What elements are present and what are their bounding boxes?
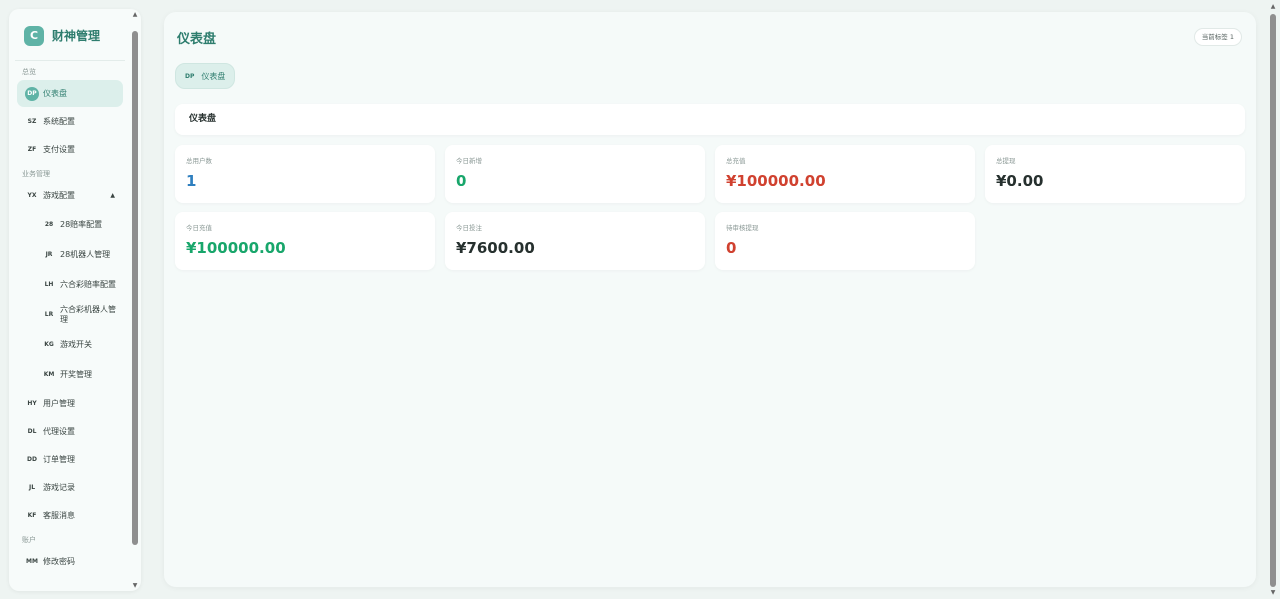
sidebar-item-label: 客服消息	[43, 510, 75, 520]
sidebar-item-label: 用户管理	[43, 398, 75, 408]
section-heading: 仪表盘	[175, 104, 1245, 135]
page-scroll-down-icon[interactable]: ▼	[1270, 589, 1276, 596]
section-label-account: 账户	[22, 536, 36, 544]
page-scrollbar-track: ▲ ▼	[1270, 2, 1278, 597]
user-badge-icon: HY	[27, 400, 37, 407]
brand-logo-icon: C	[24, 25, 44, 46]
sidebar-item-label: 六合彩赔率配置	[60, 279, 116, 289]
stat-label: 待审核提现	[726, 224, 759, 232]
stats-grid: 总用户数 1 今日新增 0 总充值 ¥100000.00 总提现 ¥0.00 今…	[175, 145, 1245, 270]
sidebar-item-game-switch[interactable]: KG 游戏开关	[17, 330, 123, 359]
sidebar-item-game-records[interactable]: JL 游戏记录	[17, 474, 123, 501]
28-odds-badge-icon: 28	[44, 221, 54, 228]
main-panel: 仪表盘 当前标签 1 DP 仪表盘 仪表盘 总用户数 1 今日新增 0 总充值 …	[164, 12, 1256, 587]
stat-card-new-today: 今日新增 0	[445, 145, 705, 203]
stat-label: 今日投注	[456, 224, 482, 232]
stat-value: 1	[186, 172, 197, 190]
sidebar-item-label: 游戏配置	[43, 190, 75, 200]
stat-label: 总充值	[726, 157, 746, 165]
lhc-odds-badge-icon: LH	[44, 281, 54, 288]
stat-card-pending-withdraw: 待审核提现 0	[715, 212, 975, 270]
sidebar-item-label: 代理设置	[43, 426, 75, 436]
sidebar-item-draw-management[interactable]: KM 开奖管理	[17, 360, 123, 389]
stat-value: 0	[456, 172, 467, 190]
section-label-business: 业务管理	[22, 170, 50, 178]
sidebar-item-payment-settings[interactable]: ZF 支付设置	[17, 136, 123, 163]
stat-card-total-recharge: 总充值 ¥100000.00	[715, 145, 975, 203]
stat-label: 总提现	[996, 157, 1016, 165]
order-badge-icon: DD	[27, 456, 37, 463]
sidebar-item-label: 游戏开关	[60, 339, 92, 349]
sidebar-item-game-config[interactable]: YX 游戏配置 ▲	[17, 182, 123, 209]
sidebar-item-28-odds[interactable]: 28 28赔率配置	[17, 210, 123, 239]
sidebar-item-28-robot[interactable]: JR 28机器人管理	[17, 240, 123, 269]
agent-badge-icon: DL	[27, 428, 37, 435]
page-scroll-up-icon[interactable]: ▲	[1270, 3, 1276, 10]
sidebar-item-order-management[interactable]: DD 订单管理	[17, 446, 123, 473]
sidebar-item-dashboard[interactable]: DP 仪表盘	[17, 80, 123, 107]
sidebar-item-label: 开奖管理	[60, 369, 92, 379]
game-config-badge-icon: YX	[27, 192, 37, 199]
sidebar-item-label: 六合彩机器人管理	[60, 304, 116, 324]
game-switch-badge-icon: KG	[44, 341, 54, 348]
tag-counter-badge: 当前标签 1	[1193, 28, 1242, 46]
sidebar-item-user-management[interactable]: HY 用户管理	[17, 390, 123, 417]
sidebar-item-label: 订单管理	[43, 454, 75, 464]
records-badge-icon: JL	[28, 484, 36, 491]
28-robot-badge-icon: JR	[45, 251, 53, 258]
tab-dashboard[interactable]: DP 仪表盘	[175, 63, 236, 89]
sidebar-item-label: 修改密码	[43, 556, 75, 566]
service-badge-icon: KF	[27, 512, 37, 519]
sidebar: C 财神管理 总览 DP 仪表盘 SZ 系统配置 ZF 支付设置 业务管理 YX…	[9, 9, 141, 591]
chevron-up-icon[interactable]: ▲	[110, 192, 115, 199]
page-title: 仪表盘	[177, 32, 217, 47]
password-badge-icon: MM	[26, 558, 38, 565]
stat-card-today-recharge: 今日充值 ¥100000.00	[175, 212, 435, 270]
stat-card-total-withdraw: 总提现 ¥0.00	[985, 145, 1245, 203]
sidebar-item-service-messages[interactable]: KF 客服消息	[17, 502, 123, 529]
stat-value: 0	[726, 239, 737, 257]
tab-label: 仪表盘	[201, 71, 226, 81]
sidebar-scroll-up-icon[interactable]: ▲	[132, 11, 138, 18]
lhc-robot-badge-icon: LR	[44, 311, 54, 318]
sidebar-item-lhc-robot[interactable]: LR 六合彩机器人管理	[17, 300, 123, 329]
sidebar-item-label: 28赔率配置	[60, 219, 103, 229]
brand[interactable]: C 财神管理	[15, 11, 125, 61]
brand-name: 财神管理	[52, 29, 101, 43]
sidebar-scroll-down-icon[interactable]: ▼	[132, 582, 138, 589]
stat-label: 今日新增	[456, 157, 482, 165]
sidebar-scroll-area: C 财神管理 总览 DP 仪表盘 SZ 系统配置 ZF 支付设置 业务管理 YX…	[9, 9, 131, 591]
stat-value: ¥7600.00	[456, 239, 535, 257]
sidebar-item-label: 游戏记录	[43, 482, 75, 492]
stat-card-total-users: 总用户数 1	[175, 145, 435, 203]
stat-value: ¥0.00	[996, 172, 1044, 190]
sidebar-item-lhc-odds[interactable]: LH 六合彩赔率配置	[17, 270, 123, 299]
sidebar-item-label: 支付设置	[43, 144, 75, 154]
draw-badge-icon: KM	[43, 371, 55, 378]
sidebar-item-change-password[interactable]: MM 修改密码	[17, 548, 123, 575]
stat-label: 总用户数	[186, 157, 212, 165]
stat-card-today-bets: 今日投注 ¥7600.00	[445, 212, 705, 270]
sidebar-item-agent-settings[interactable]: DL 代理设置	[17, 418, 123, 445]
sidebar-item-label: 系统配置	[43, 116, 75, 126]
sidebar-scrollbar[interactable]	[132, 31, 138, 545]
sidebar-item-system-config[interactable]: SZ 系统配置	[17, 108, 123, 135]
stat-value: ¥100000.00	[726, 172, 826, 190]
dashboard-badge-icon: DP	[25, 86, 39, 101]
page-scrollbar[interactable]	[1270, 14, 1276, 587]
sidebar-item-label: 仪表盘	[43, 88, 67, 98]
section-label-overview: 总览	[22, 68, 36, 76]
stat-value: ¥100000.00	[186, 239, 286, 257]
sidebar-item-label: 28机器人管理	[60, 249, 111, 259]
payment-badge-icon: ZF	[27, 146, 37, 153]
tab-badge-icon: DP	[185, 72, 195, 80]
stat-label: 今日充值	[186, 224, 212, 232]
system-config-badge-icon: SZ	[27, 118, 37, 125]
